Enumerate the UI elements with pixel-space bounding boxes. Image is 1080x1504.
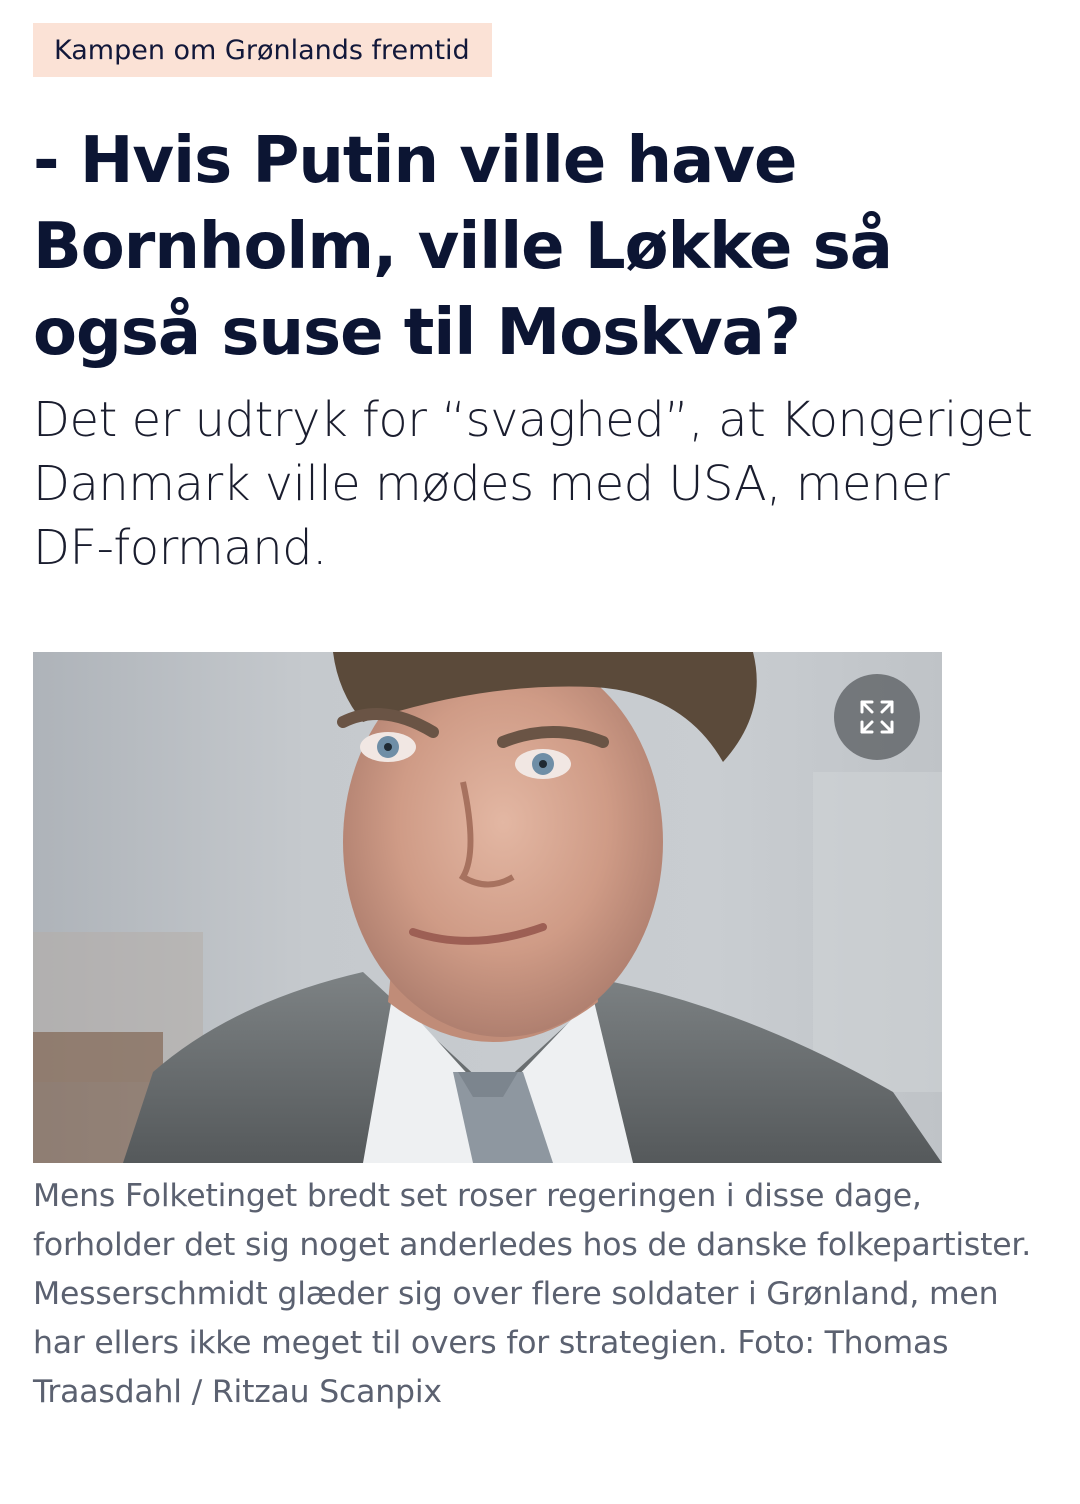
expand-photo-button[interactable]: [834, 674, 920, 760]
article-headline: - Hvis Putin ville have Bornholm, ville …: [33, 124, 893, 370]
portrait-photo: [33, 652, 942, 1163]
topic-tag-label: Kampen om Grønlands fremtid: [54, 34, 470, 66]
topic-tag[interactable]: Kampen om Grønlands fremtid: [33, 23, 492, 77]
expand-arrows-icon: [860, 700, 894, 734]
photo-caption: Mens Folketinget bredt set roser regerin…: [33, 1172, 1033, 1417]
article-photo[interactable]: [33, 652, 942, 1163]
article-subheadline: Det er udtryk for “svaghed”, at Kongerig…: [33, 392, 1033, 576]
